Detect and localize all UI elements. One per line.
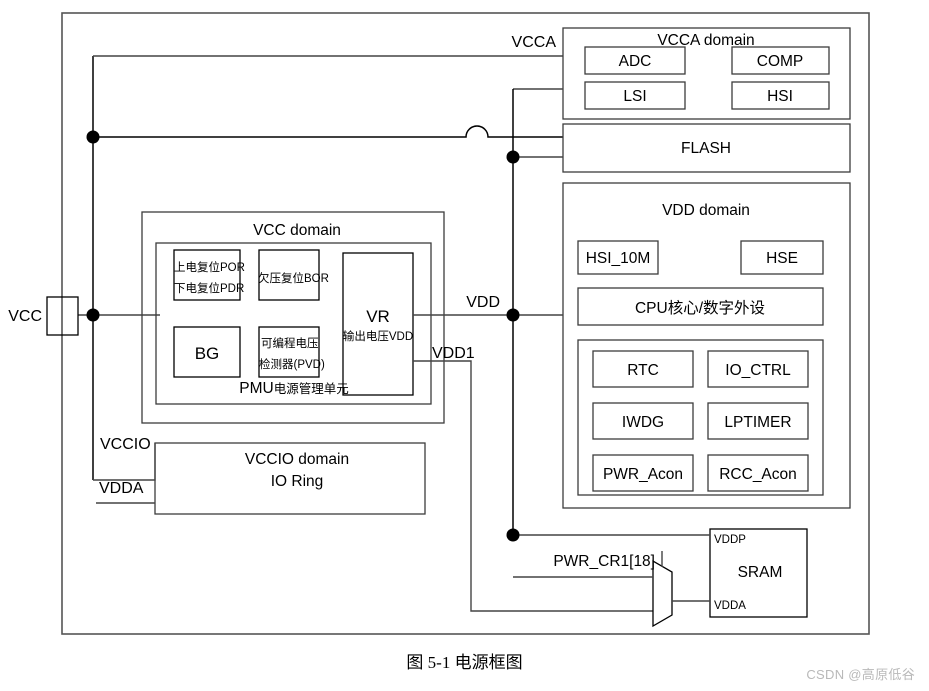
vr-subtitle: 输出电压VDD (343, 329, 413, 343)
pvd-label-line2: 检测器(PVD) (259, 357, 325, 371)
io-ctrl-label: IO_CTRL (725, 362, 791, 379)
rail-label-vdd1: VDD1 (432, 345, 475, 362)
pmu-label-prefix: PMU (239, 380, 273, 397)
iwdg-label: IWDG (622, 414, 664, 431)
rtc-label: RTC (627, 362, 659, 379)
sram-power-mux (652, 559, 673, 628)
rail-label-vdd: VDD (466, 294, 500, 311)
por-label: 上电复位POR (174, 260, 245, 274)
lsi-label: LSI (623, 88, 646, 105)
sram-label: SRAM (738, 564, 783, 581)
lptimer-label: LPTIMER (724, 414, 791, 431)
vdd-domain-title: VDD domain (662, 202, 750, 219)
cpu-core-label: CPU核心/数字外设 (635, 299, 765, 317)
pin-label-vccio: VCCIO (100, 436, 151, 453)
sram-pin-vdda: VDDA (714, 600, 746, 612)
pdr-label: 下电复位PDR (174, 281, 244, 295)
vcc-domain-title: VCC domain (253, 222, 341, 239)
mux-control-label: PWR_CR1[18] (553, 553, 655, 570)
comp-label: COMP (757, 53, 804, 70)
junction-sram-vddp (506, 528, 520, 542)
vr-title: VR (366, 307, 390, 326)
rail-label-vcca: VCCA (512, 34, 557, 51)
junction-flash-bus (86, 130, 100, 144)
vdd1-rail-wire (413, 360, 653, 612)
vccio-domain-line2: IO Ring (271, 473, 324, 490)
hse-label: HSE (766, 250, 798, 267)
junction-flash-mid (506, 150, 520, 164)
watermark: CSDN @高原低谷 (806, 667, 915, 682)
pin-label-vdda: VDDA (99, 480, 144, 497)
bor-label: 欠压复位BOR (258, 271, 329, 285)
pwr-acon-label: PWR_Acon (603, 466, 683, 483)
flash-label: FLASH (681, 140, 731, 157)
sram-pin-vddp: VDDP (714, 534, 746, 546)
pmu-label: PMU电源管理单元 (239, 380, 348, 397)
vccio-domain-line1: VCCIO domain (245, 451, 349, 468)
hsi-label: HSI (767, 88, 793, 105)
chip-outline (61, 12, 870, 635)
adc-label: ADC (619, 53, 652, 70)
junction-vdd (506, 308, 520, 322)
junction-vcc (86, 308, 100, 322)
pin-label-vcc: VCC (8, 308, 42, 325)
bg-label: BG (195, 344, 220, 363)
flash-feed-wire (93, 125, 563, 138)
figure-caption: 图 5-1 电源框图 (406, 653, 523, 672)
pvd-label-line1: 可编程电压 (261, 336, 319, 350)
power-block-diagram: VCC VCCA domain ADC COMP LSI HSI VCCA FL… (0, 0, 929, 691)
pmu-label-suffix: 电源管理单元 (274, 381, 349, 396)
hsi-10m-label: HSI_10M (586, 250, 651, 267)
rcc-acon-label: RCC_Acon (719, 466, 797, 483)
vdd-domain-box (562, 182, 851, 509)
